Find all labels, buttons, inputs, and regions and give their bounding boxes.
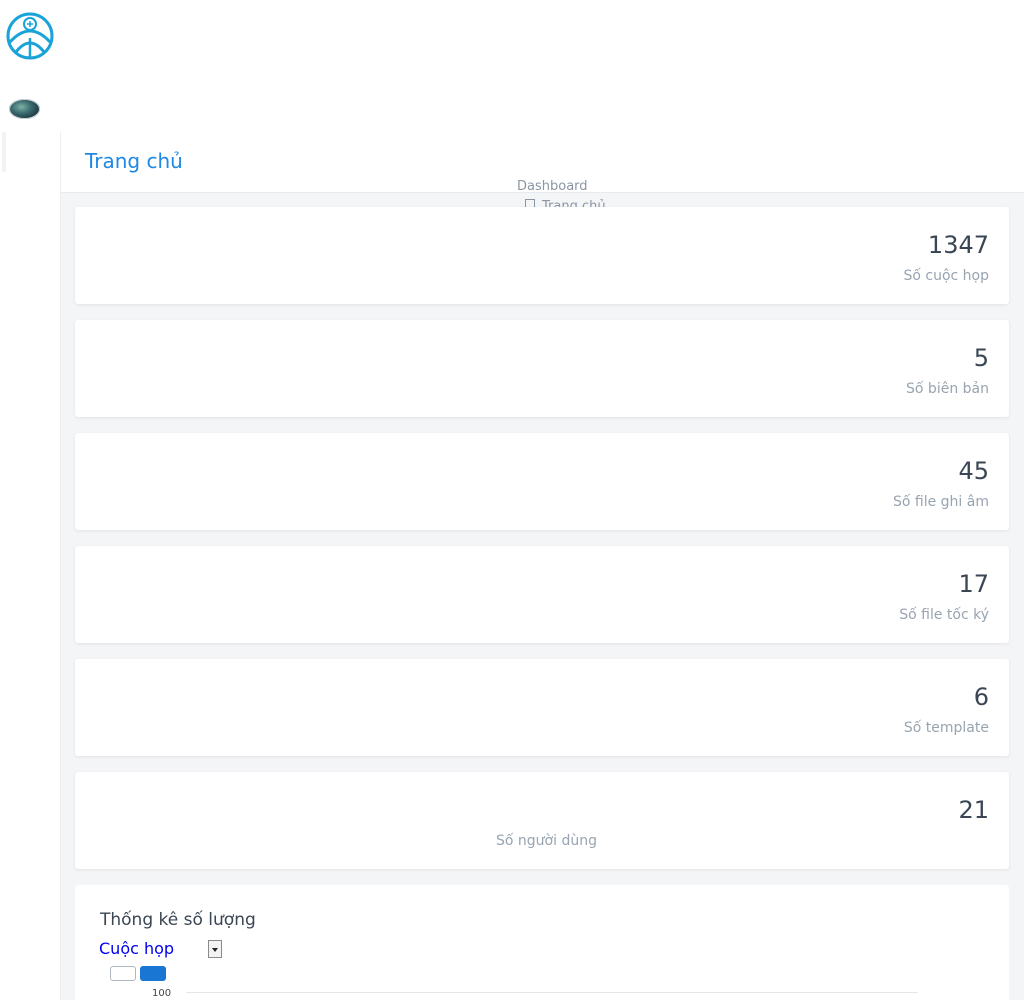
chevron-down-icon[interactable] bbox=[208, 940, 222, 958]
stat-value: 45 bbox=[958, 457, 989, 485]
stat-value: 1347 bbox=[927, 231, 989, 259]
y-tick-label: 100 bbox=[152, 988, 172, 999]
page-title: Trang chủ bbox=[85, 149, 183, 173]
chart-title: Thống kê số lượng bbox=[100, 910, 256, 930]
stat-value: 21 bbox=[958, 796, 989, 824]
stat-label: Số file ghi âm bbox=[893, 494, 989, 510]
stat-card-shorthand[interactable]: 17 Số file tốc ký bbox=[75, 546, 1009, 643]
stat-card-templates[interactable]: 6 Số template bbox=[75, 659, 1009, 756]
stat-card-minutes[interactable]: 5 Số biên bản bbox=[75, 320, 1009, 417]
stat-value: 5 bbox=[973, 344, 989, 372]
stat-card-meetings[interactable]: 1347 Số cuộc họp bbox=[75, 207, 1009, 304]
sidebar-item-home[interactable] bbox=[2, 132, 6, 172]
stat-card-recordings[interactable]: 45 Số file ghi âm bbox=[75, 433, 1009, 530]
stat-label: Số file tốc ký bbox=[899, 607, 989, 623]
chart-type-select[interactable]: Cuộc họp bbox=[99, 939, 225, 961]
chart-gridline bbox=[186, 992, 918, 993]
legend-swatch-series-2[interactable] bbox=[140, 966, 166, 981]
stat-label: Số người dùng bbox=[496, 833, 597, 849]
chart-type-selected: Cuộc họp bbox=[99, 939, 175, 958]
stat-label: Số cuộc họp bbox=[903, 268, 989, 284]
avatar[interactable] bbox=[9, 99, 40, 119]
breadcrumb-title: Dashboard bbox=[517, 179, 588, 194]
legend-swatch-series-1[interactable] bbox=[110, 966, 136, 981]
stat-card-users[interactable]: 21 Số người dùng bbox=[75, 772, 1009, 869]
stat-label: Số biên bản bbox=[906, 381, 989, 397]
stat-value: 6 bbox=[973, 683, 989, 711]
logo-icon bbox=[6, 12, 54, 60]
stat-value: 17 bbox=[958, 570, 989, 598]
sidebar bbox=[0, 132, 61, 1000]
stat-label: Số template bbox=[903, 720, 989, 736]
